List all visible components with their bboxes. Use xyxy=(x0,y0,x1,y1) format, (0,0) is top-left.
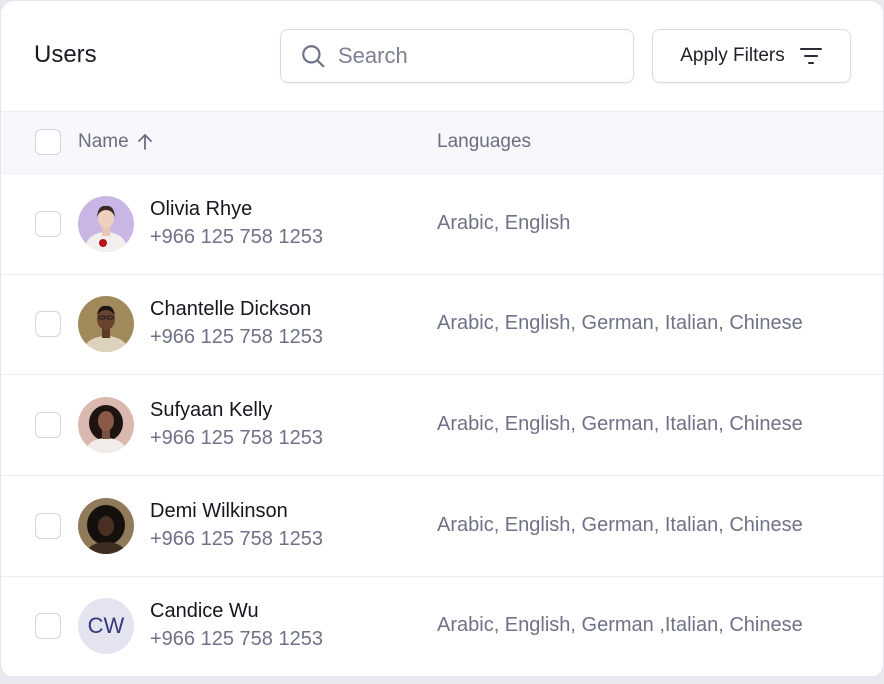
table-row: Chantelle Dickson +966 125 758 1253 Arab… xyxy=(1,274,883,375)
table-row: CW Candice Wu +966 125 758 1253 Arabic, … xyxy=(1,576,883,676)
row-checkbox[interactable] xyxy=(35,412,61,438)
avatar xyxy=(78,196,134,252)
user-name: Chantelle Dickson xyxy=(150,298,312,320)
page-title: Users xyxy=(34,41,97,68)
row-checkbox[interactable] xyxy=(35,613,61,639)
user-phone: +966 125 758 1253 xyxy=(150,528,323,550)
row-checkbox[interactable] xyxy=(35,513,61,539)
filter-lines-icon xyxy=(799,48,822,64)
user-phone: +966 125 758 1253 xyxy=(150,226,323,248)
column-header-name-label: Name xyxy=(78,131,129,152)
sort-arrow-up-icon xyxy=(137,134,152,150)
user-name: Sufyaan Kelly xyxy=(150,399,273,421)
user-languages: Arabic, English, German ,Italian, Chines… xyxy=(437,614,803,636)
avatar xyxy=(78,296,134,352)
user-name: Candice Wu xyxy=(150,600,259,622)
user-phone: +966 125 758 1253 xyxy=(150,326,323,348)
search-input[interactable] xyxy=(336,42,610,70)
search-box[interactable] xyxy=(280,29,634,83)
table-header: Name Languages xyxy=(1,112,883,174)
user-phone: +966 125 758 1253 xyxy=(150,628,323,650)
table-row: Demi Wilkinson +966 125 758 1253 Arabic,… xyxy=(1,476,883,577)
search-icon xyxy=(302,45,325,68)
users-card: Users Apply Filters Name Lan xyxy=(0,0,884,678)
avatar xyxy=(78,498,134,554)
row-checkbox[interactable] xyxy=(35,211,61,237)
user-languages: Arabic, English, German, Italian, Chines… xyxy=(437,413,803,435)
user-name: Demi Wilkinson xyxy=(150,500,288,522)
column-header-languages: Languages xyxy=(437,131,532,152)
user-languages: Arabic, English xyxy=(437,212,571,234)
apply-filters-label: Apply Filters xyxy=(680,45,785,66)
user-languages: Arabic, English, German, Italian, Chines… xyxy=(437,514,803,536)
avatar: CW xyxy=(78,598,134,654)
select-all-checkbox[interactable] xyxy=(35,129,61,155)
user-name: Olivia Rhye xyxy=(150,198,253,220)
user-languages: Arabic, English, German, Italian, Chines… xyxy=(437,312,803,334)
card-header: Users Apply Filters xyxy=(1,1,883,112)
table-row: Sufyaan Kelly +966 125 758 1253 Arabic, … xyxy=(1,375,883,476)
apply-filters-button[interactable]: Apply Filters xyxy=(652,29,851,83)
row-checkbox[interactable] xyxy=(35,311,61,337)
table-row: Olivia Rhye +966 125 758 1253 Arabic, En… xyxy=(1,174,883,275)
user-phone: +966 125 758 1253 xyxy=(150,427,323,449)
column-header-name[interactable]: Name xyxy=(78,131,153,153)
bottom-strip xyxy=(0,676,884,684)
avatar xyxy=(78,397,134,453)
